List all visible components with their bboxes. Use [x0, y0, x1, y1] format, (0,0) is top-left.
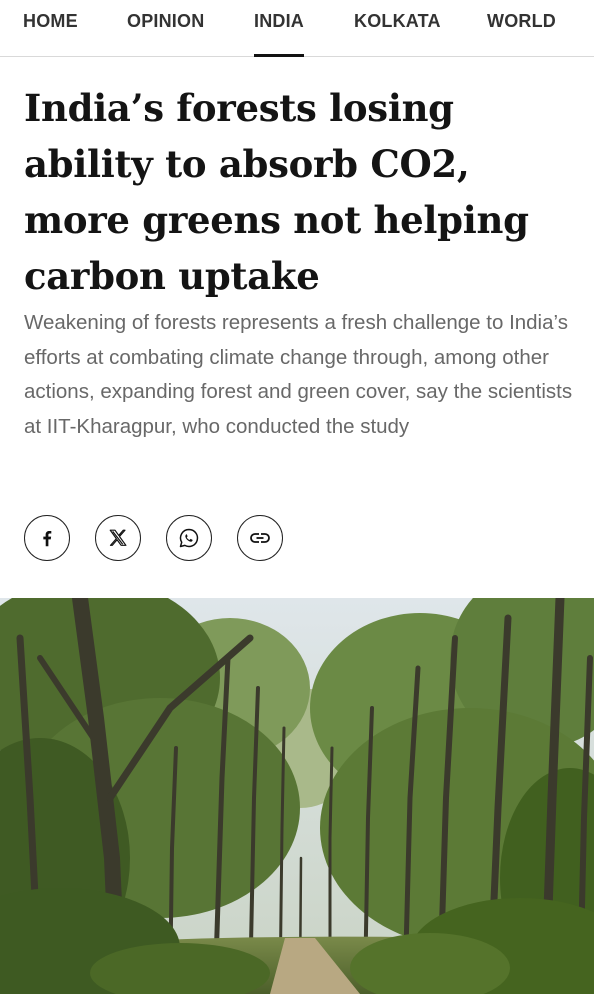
- top-navigation: HOME OPINION INDIA KOLKATA WORLD: [0, 0, 594, 57]
- nav-item-home[interactable]: HOME: [23, 11, 78, 32]
- nav-item-kolkata[interactable]: KOLKATA: [354, 11, 441, 32]
- nav-item-world[interactable]: WORLD: [487, 11, 556, 32]
- nav-item-opinion[interactable]: OPINION: [127, 11, 204, 32]
- whatsapp-icon: [179, 528, 199, 548]
- link-icon: [250, 532, 270, 544]
- forest-photo: [0, 598, 594, 994]
- copy-link-button[interactable]: [237, 515, 283, 561]
- article-subhead: Weakening of forests represents a fresh …: [24, 311, 573, 438]
- article-headline: India’s forests losing ability to absorb…: [24, 86, 529, 298]
- whatsapp-share-button[interactable]: [166, 515, 212, 561]
- bottom-edge: [0, 994, 594, 1000]
- nav-item-india[interactable]: INDIA: [254, 11, 304, 57]
- x-share-button[interactable]: [95, 515, 141, 561]
- x-icon: [109, 529, 127, 546]
- facebook-share-button[interactable]: [24, 515, 70, 561]
- facebook-icon: [43, 530, 52, 547]
